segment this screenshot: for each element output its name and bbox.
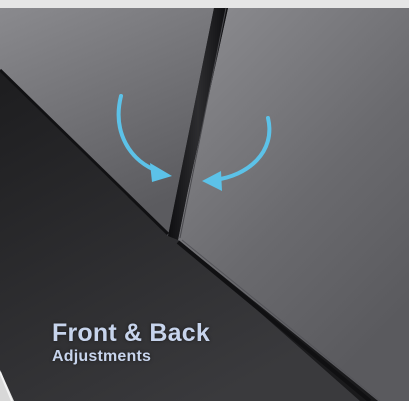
- caption-subtitle: Adjustments: [52, 348, 152, 365]
- caption: Front & Back Adjustments: [52, 321, 210, 365]
- product-scene: Front & Back Adjustments: [0, 0, 409, 401]
- caption-title: Front & Back: [52, 319, 210, 347]
